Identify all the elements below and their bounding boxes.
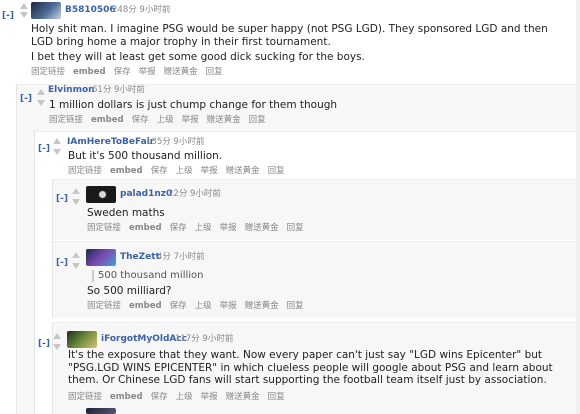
quoted-text: 500 thousand million: [92, 270, 204, 282]
give-gold-button[interactable]: 赠送黄金: [226, 166, 260, 176]
comment-actions: 固定链接 embed 保存 上级 举报 赠送黄金 回复: [87, 301, 312, 312]
embed-button[interactable]: embed: [73, 67, 106, 77]
permalink-button[interactable]: 固定链接: [68, 392, 102, 402]
upvote-arrow-icon[interactable]: [53, 333, 61, 339]
downvote-arrow-icon[interactable]: [72, 263, 80, 269]
downvote-arrow-icon[interactable]: [20, 12, 28, 18]
avatar[interactable]: [86, 186, 116, 203]
reply-button[interactable]: 回复: [206, 67, 223, 77]
comment-actions: 固定链接 embed 保存 上级 举报 赠送黄金 回复: [68, 166, 293, 177]
comment-actions: 固定链接 embed 保存 上级 举报 赠送黄金 回复: [87, 223, 312, 234]
embed-button[interactable]: embed: [129, 223, 162, 233]
report-button[interactable]: 举报: [139, 67, 156, 77]
permalink-button[interactable]: 固定链接: [49, 115, 83, 125]
upvote-arrow-icon[interactable]: [37, 89, 45, 95]
upvote-arrow-icon[interactable]: [53, 138, 61, 144]
report-button[interactable]: 举报: [182, 115, 199, 125]
comment-meta: 135分 9小时前: [146, 137, 205, 147]
comment-paragraph: 1 million dollars is just chump change f…: [49, 99, 338, 111]
upvote-arrow-icon[interactable]: [72, 252, 80, 258]
comment-paragraph: So 500 milliard?: [87, 285, 172, 297]
give-gold-button[interactable]: 赠送黄金: [245, 223, 279, 233]
comment-meta: 4分 7小时前: [157, 252, 205, 262]
embed-button[interactable]: embed: [129, 301, 162, 311]
give-gold-button[interactable]: 赠送黄金: [207, 115, 241, 125]
permalink-button[interactable]: 固定链接: [87, 223, 121, 233]
give-gold-button[interactable]: 赠送黄金: [245, 301, 279, 311]
avatar[interactable]: [86, 408, 116, 414]
embed-button[interactable]: embed: [91, 115, 124, 125]
parent-button[interactable]: 上级: [195, 301, 212, 311]
save-button[interactable]: 保存: [132, 115, 149, 125]
comment-actions: 固定链接 embed 保存 上级 举报 赠送黄金 回复: [49, 115, 274, 126]
comment-body: So 500 milliard?: [87, 285, 547, 298]
comment-meta: 61分 9小时前: [92, 85, 145, 95]
save-button[interactable]: 保存: [151, 392, 168, 402]
avatar[interactable]: [67, 331, 97, 348]
author-name[interactable]: TheZett: [120, 252, 160, 263]
comment-meta: 248分 9小时前: [112, 5, 171, 15]
parent-button[interactable]: 上级: [157, 115, 174, 125]
comment-paragraph: I bet they will at least get some good d…: [31, 51, 365, 63]
embed-button[interactable]: embed: [110, 166, 143, 176]
comment-paragraph: Sweden maths: [87, 207, 165, 219]
permalink-button[interactable]: 固定链接: [87, 301, 121, 311]
downvote-arrow-icon[interactable]: [37, 100, 45, 106]
comment-actions: 固定链接 embed 保存 举报 赠送黄金 回复: [31, 67, 231, 78]
collapse-toggle[interactable]: [-]: [20, 94, 32, 104]
author-name[interactable]: B5810506: [65, 5, 116, 16]
permalink-button[interactable]: 固定链接: [31, 67, 65, 77]
comment-body: It's the exposure that they want. Now ev…: [68, 349, 566, 387]
downvote-arrow-icon[interactable]: [72, 199, 80, 205]
report-button[interactable]: 举报: [201, 166, 218, 176]
parent-button[interactable]: 上级: [176, 392, 193, 402]
comment-meta: 117分 9小时前: [175, 334, 234, 344]
comment-paragraph: But it's 500 thousand million.: [68, 150, 223, 162]
report-button[interactable]: 举报: [201, 392, 218, 402]
avatar[interactable]: [86, 249, 116, 266]
save-button[interactable]: 保存: [151, 166, 168, 176]
save-button[interactable]: 保存: [114, 67, 131, 77]
reply-button[interactable]: 回复: [287, 223, 304, 233]
give-gold-button[interactable]: 赠送黄金: [226, 392, 260, 402]
comment-paragraph: It's the exposure that they want. Now ev…: [68, 349, 553, 386]
author-name[interactable]: IAmHereToBeFair: [67, 137, 154, 148]
permalink-button[interactable]: 固定链接: [68, 166, 102, 176]
comment-body: But it's 500 thousand million.: [68, 150, 548, 163]
reply-button[interactable]: 回复: [268, 392, 285, 402]
reply-button[interactable]: 回复: [287, 301, 304, 311]
comment-paragraph: Holy shit man. I imagine PSG would be su…: [31, 23, 548, 48]
save-button[interactable]: 保存: [170, 223, 187, 233]
upvote-arrow-icon[interactable]: [72, 188, 80, 194]
report-button[interactable]: 举报: [220, 301, 237, 311]
collapse-toggle[interactable]: [-]: [38, 144, 50, 154]
avatar[interactable]: [31, 2, 61, 19]
give-gold-button[interactable]: 赠送黄金: [164, 67, 198, 77]
parent-button[interactable]: 上级: [176, 166, 193, 176]
comment-body: Holy shit man. I imagine PSG would be su…: [31, 23, 551, 64]
comment-body: Sweden maths: [87, 207, 547, 220]
collapse-toggle[interactable]: [-]: [56, 258, 68, 268]
save-button[interactable]: 保存: [170, 301, 187, 311]
collapse-toggle[interactable]: [-]: [2, 11, 14, 21]
reply-button[interactable]: 回复: [249, 115, 266, 125]
embed-button[interactable]: embed: [110, 392, 143, 402]
scrollbar[interactable]: [576, 0, 580, 414]
reply-button[interactable]: 回复: [268, 166, 285, 176]
comment-body: 1 million dollars is just chump change f…: [49, 99, 549, 112]
comment-meta: 22分 9小时前: [168, 189, 221, 199]
report-button[interactable]: 举报: [220, 223, 237, 233]
author-name[interactable]: Elvinmon: [48, 85, 95, 96]
author-name[interactable]: palad1nz0: [120, 189, 172, 200]
comment-actions: 固定链接 embed 保存 上级 举报 赠送黄金 回复: [68, 392, 293, 403]
downvote-arrow-icon[interactable]: [53, 344, 61, 350]
downvote-arrow-icon[interactable]: [53, 149, 61, 155]
collapse-toggle[interactable]: [-]: [38, 339, 50, 349]
parent-button[interactable]: 上级: [195, 223, 212, 233]
upvote-arrow-icon[interactable]: [20, 3, 28, 9]
collapse-toggle[interactable]: [-]: [56, 194, 68, 204]
